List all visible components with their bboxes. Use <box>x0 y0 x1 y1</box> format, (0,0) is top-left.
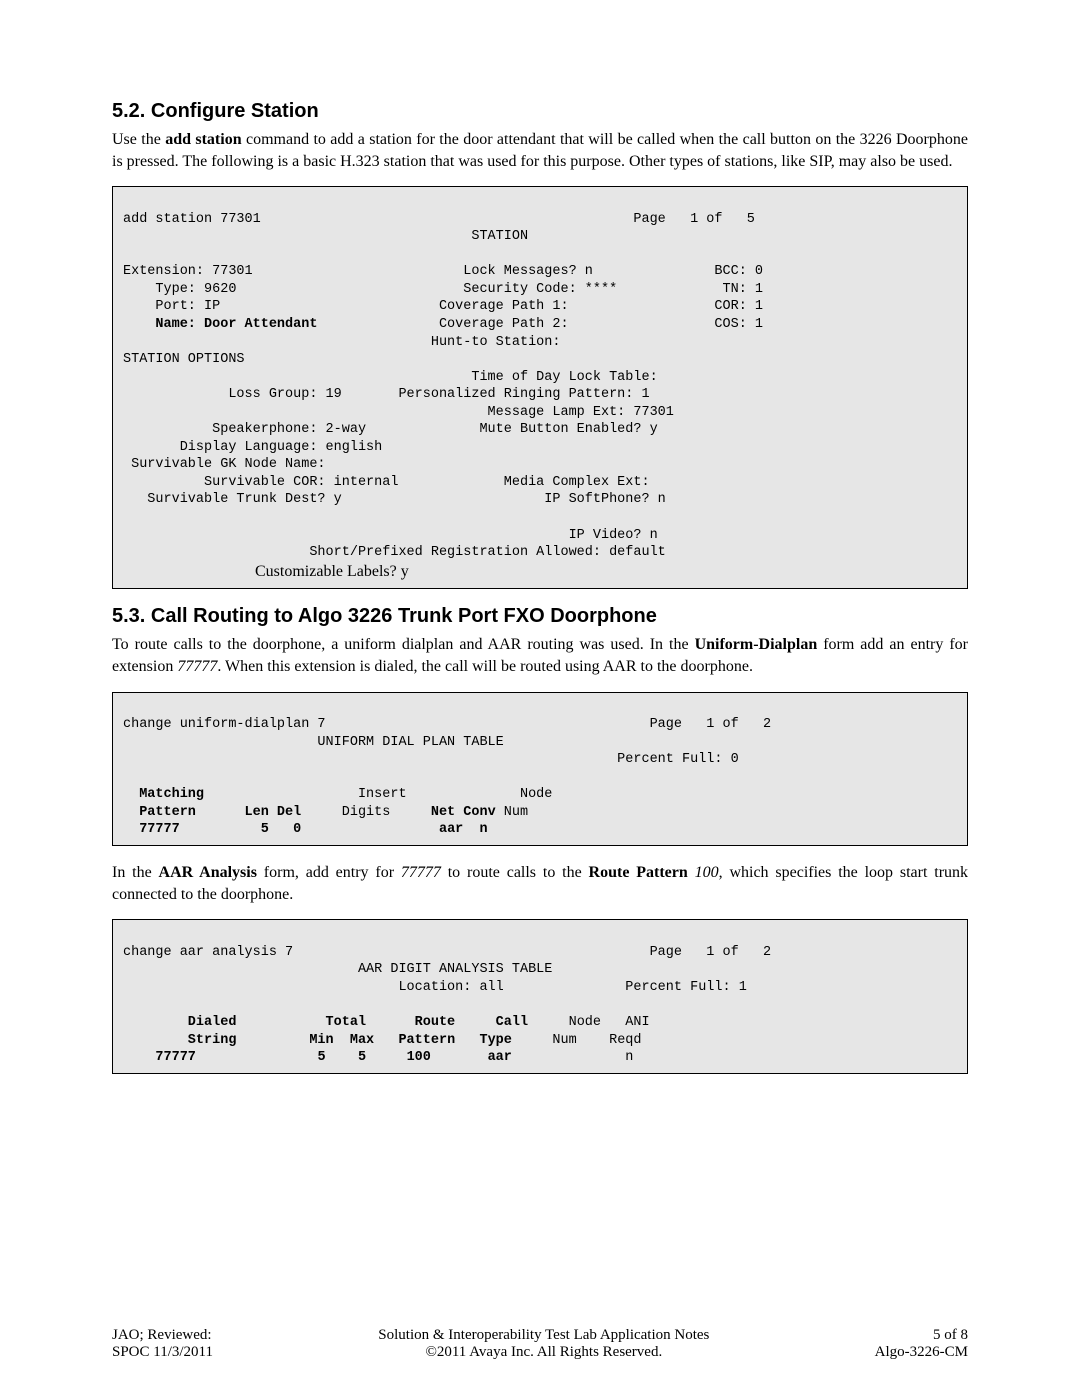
aar-analysis-label: AAR Analysis <box>159 864 257 881</box>
code-line: Port: IP Coverage Path 1: COR: 1 <box>123 299 763 314</box>
route-pattern-100: 100 <box>695 864 719 881</box>
hdr-matching: Matching <box>123 787 204 802</box>
section-5-3-heading: 5.3. Call Routing to Algo 3226 Trunk Por… <box>112 605 968 628</box>
ext-77777: 77777 <box>177 658 217 675</box>
footer-center: Solution & Interoperability Test Lab App… <box>213 1327 875 1361</box>
hdr-num: Num <box>504 805 528 820</box>
row-n: n <box>512 1050 634 1065</box>
hdr-dialed: Dialed <box>123 1015 236 1030</box>
section-title: Configure Station <box>151 100 319 122</box>
row-5-5: 5 5 <box>196 1050 366 1065</box>
code-line: add station 77301 Page 1 of 5 <box>123 212 755 227</box>
p1-pre: To route calls to the doorphone, a unifo… <box>112 636 695 653</box>
code-line: Type: 9620 Security Code: **** TN: 1 <box>123 282 763 297</box>
code-line: Extension: 77301 Lock Messages? n BCC: 0 <box>123 264 763 279</box>
footer-title: Solution & Interoperability Test Lab App… <box>213 1327 875 1344</box>
code-line: Hunt-to Station: <box>123 335 560 350</box>
code-line: Display Language: english <box>123 440 382 455</box>
p1-post: . When this extension is dialed, the cal… <box>217 658 753 675</box>
footer-doc-id: Algo-3226-CM <box>875 1344 968 1361</box>
code-name-line: Name: Door Attendant <box>123 317 317 332</box>
section-5-3-p2: In the AAR Analysis form, add entry for … <box>112 862 968 905</box>
code-line: Location: all Percent Full: 1 <box>123 980 747 995</box>
code-line: AAR DIGIT ANALYSIS TABLE <box>123 962 552 977</box>
row-aar: aar <box>431 1050 512 1065</box>
footer-page-number: 5 of 8 <box>875 1327 968 1344</box>
row-77777b: 77777 <box>123 1050 196 1065</box>
customizable-labels-line: Customizable Labels? y <box>123 563 409 580</box>
code-line: STATION <box>123 229 528 244</box>
section-5-2-heading: 5.2. Configure Station <box>112 100 968 123</box>
row-gap <box>301 822 439 837</box>
route-pattern-label: Route Pattern <box>589 864 688 881</box>
code-line: Message Lamp Ext: 77301 <box>123 405 674 420</box>
hdr-node-ani: Node ANI <box>528 1015 650 1030</box>
intro-pre: Use the <box>112 131 165 148</box>
code-line: change uniform-dialplan 7 Page 1 of 2 <box>123 717 771 732</box>
hdr-pattern2: Pattern <box>374 1033 455 1048</box>
footer-reviewer: JAO; Reviewed: <box>112 1327 213 1344</box>
add-station-output: add station 77301 Page 1 of 5 STATION Ex… <box>112 186 968 589</box>
code-line: UNIFORM DIAL PLAN TABLE <box>123 735 504 750</box>
hdr-digits: Digits <box>301 805 431 820</box>
section-number: 5.2. <box>112 100 145 122</box>
p2-mid2: to route calls to the <box>441 864 589 881</box>
hdr-num-reqd: Num Reqd <box>512 1033 642 1048</box>
row-100: 100 <box>366 1050 431 1065</box>
section-number: 5.3. <box>112 605 145 627</box>
code-line: Survivable Trunk Dest? y IP SoftPhone? n <box>123 492 666 507</box>
code-line: STATION OPTIONS <box>123 352 245 367</box>
uniform-dialplan-output: change uniform-dialplan 7 Page 1 of 2 UN… <box>112 692 968 846</box>
code-line: Speakerphone: 2-way Mute Button Enabled?… <box>123 422 658 437</box>
hdr-call: Call <box>455 1015 528 1030</box>
hdr-type: Type <box>455 1033 512 1048</box>
hdr-pattern-len-del: Pattern Len Del <box>123 805 301 820</box>
p2-space <box>688 864 695 881</box>
footer-left: JAO; Reviewed: SPOC 11/3/2011 <box>112 1327 213 1361</box>
ext-77777-b: 77777 <box>401 864 441 881</box>
footer-right: 5 of 8 Algo-3226-CM <box>875 1327 968 1361</box>
hdr-insert-node: Insert Node <box>204 787 552 802</box>
code-line-tail: Coverage Path 2: COS: 1 <box>317 317 763 332</box>
add-station-command: add station <box>165 131 241 148</box>
hdr-string: String <box>123 1033 236 1048</box>
row-77777: 77777 5 0 <box>123 822 301 837</box>
code-line: Survivable COR: internal Media Complex E… <box>123 475 650 490</box>
code-line: Survivable GK Node Name: <box>123 457 326 472</box>
aar-analysis-output: change aar analysis 7 Page 1 of 2 AAR DI… <box>112 919 968 1073</box>
hdr-min-max: Min Max <box>236 1033 374 1048</box>
section-title: Call Routing to Algo 3226 Trunk Port FXO… <box>151 605 657 627</box>
code-line: Short/Prefixed Registration Allowed: def… <box>123 545 666 560</box>
code-line: IP Video? n <box>123 528 658 543</box>
uniform-dialplan-label: Uniform-Dialplan <box>695 636 818 653</box>
row-aar-n: aar n <box>439 822 488 837</box>
hdr-route: Route <box>366 1015 455 1030</box>
code-line: Percent Full: 0 <box>123 752 739 767</box>
p2-mid1: form, add entry for <box>257 864 401 881</box>
footer-copyright: ©2011 Avaya Inc. All Rights Reserved. <box>213 1344 875 1361</box>
section-5-2-intro: Use the add station command to add a sta… <box>112 129 968 172</box>
code-line: Loss Group: 19 Personalized Ringing Patt… <box>123 387 650 402</box>
footer-spoc-date: SPOC 11/3/2011 <box>112 1344 213 1361</box>
hdr-net-conv: Net Conv <box>431 805 504 820</box>
code-line: Time of Day Lock Table: <box>123 370 658 385</box>
code-line: change aar analysis 7 Page 1 of 2 <box>123 945 771 960</box>
section-5-3-p1: To route calls to the doorphone, a unifo… <box>112 634 968 677</box>
page-footer: JAO; Reviewed: SPOC 11/3/2011 Solution &… <box>112 1327 968 1361</box>
p2-pre: In the <box>112 864 159 881</box>
hdr-total: Total <box>236 1015 366 1030</box>
